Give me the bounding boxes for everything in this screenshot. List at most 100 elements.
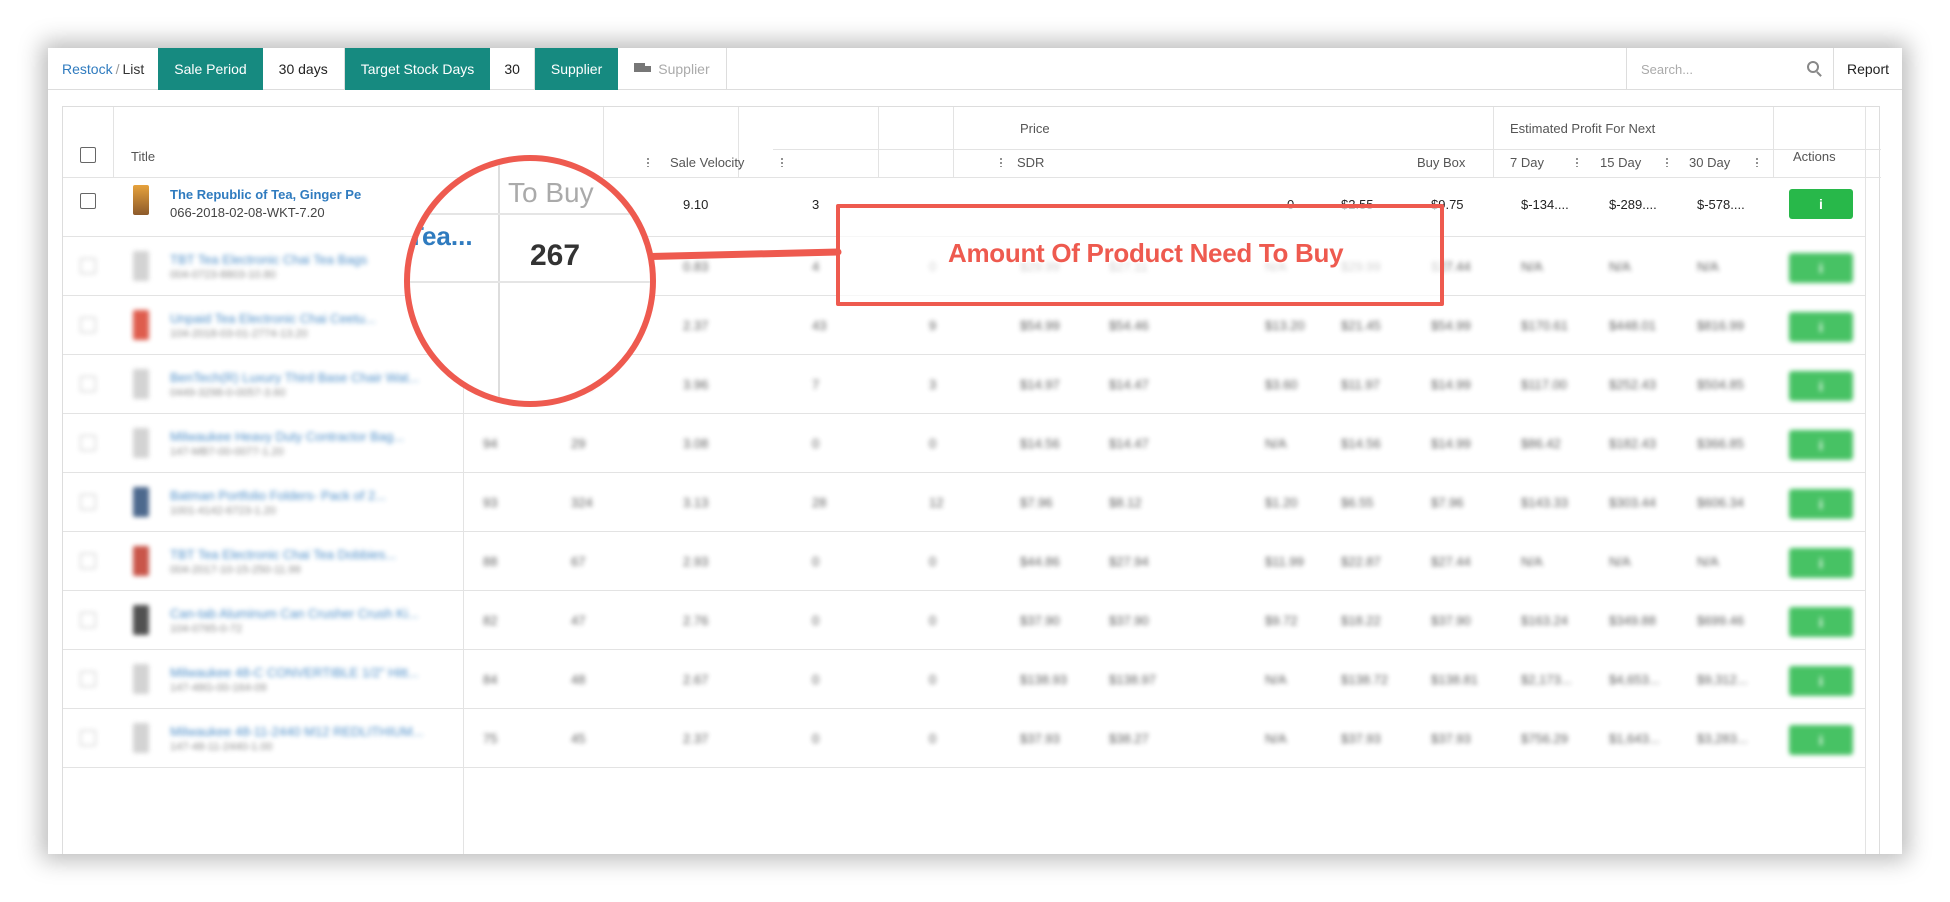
row-cell-d15: $4,653... bbox=[1609, 672, 1660, 687]
row-checkbox[interactable] bbox=[80, 553, 96, 569]
product-title-link[interactable]: Milwaukee 48-11-2440 M12 REDLITHIUM... bbox=[170, 724, 423, 739]
column-menu-icon[interactable] bbox=[647, 157, 649, 167]
breadcrumb-current: List bbox=[122, 60, 145, 77]
row-cell-vel: 2.67 bbox=[683, 672, 709, 687]
header-buy-box[interactable]: Buy Box bbox=[1417, 155, 1465, 170]
row-cell-vel: 3.13 bbox=[683, 495, 709, 510]
row-checkbox[interactable] bbox=[80, 730, 96, 746]
row-info-button[interactable]: i bbox=[1789, 666, 1853, 696]
report-button[interactable]: Report bbox=[1834, 48, 1902, 90]
row-cell-d30: $366.85 bbox=[1697, 436, 1744, 451]
row-cell-qty: 324 bbox=[571, 495, 593, 510]
row-cell-bb: $54.99 bbox=[1431, 318, 1471, 333]
row-checkbox[interactable] bbox=[80, 612, 96, 628]
row-cell-net: $14.56 bbox=[1341, 436, 1381, 451]
column-menu-icon[interactable] bbox=[1576, 157, 1578, 167]
row-checkbox[interactable] bbox=[80, 494, 96, 510]
magnifier-header: To Buy bbox=[508, 177, 594, 208]
row-cell-d7: $170.61 bbox=[1521, 318, 1568, 333]
row-info-button[interactable]: i bbox=[1789, 607, 1853, 637]
header-title[interactable]: Title bbox=[131, 149, 155, 164]
row-cell-list: $37.90 bbox=[1020, 613, 1060, 628]
row-info-button[interactable]: i bbox=[1789, 189, 1853, 219]
header-sale-velocity[interactable]: Sale Velocity bbox=[670, 155, 744, 170]
row-info-button[interactable]: i bbox=[1789, 430, 1853, 460]
column-menu-icon[interactable] bbox=[1000, 157, 1002, 167]
row-cell-vel: 2.37 bbox=[683, 318, 709, 333]
supplier-select[interactable]: Supplier bbox=[618, 48, 727, 90]
product-title-link[interactable]: The Republic of Tea, Ginger Pe bbox=[170, 187, 361, 202]
header-30day[interactable]: 30 Day bbox=[1689, 155, 1730, 170]
row-cell-stock: 0 bbox=[812, 672, 820, 687]
magnifier-divider bbox=[410, 281, 650, 283]
select-all-checkbox[interactable] bbox=[80, 147, 96, 163]
row-cell-d30: $504.85 bbox=[1697, 377, 1744, 392]
row-info-button[interactable]: i bbox=[1789, 371, 1853, 401]
scrollbar-track[interactable] bbox=[1865, 107, 1866, 854]
product-title-link[interactable]: TBT Tea Electronic Chai Tea Bags bbox=[170, 252, 367, 267]
header-sdr[interactable]: SDR bbox=[1017, 155, 1044, 170]
row-cell-d30: $3,283... bbox=[1697, 731, 1748, 746]
row-info-button[interactable]: i bbox=[1789, 253, 1853, 283]
row-cell-cost: $13.20 bbox=[1265, 318, 1305, 333]
row-checkbox[interactable] bbox=[80, 435, 96, 451]
row-cell-stock: 28 bbox=[812, 495, 827, 510]
row-cell-list: $14.97 bbox=[1020, 377, 1060, 392]
product-thumbnail bbox=[133, 251, 149, 281]
row-info-button[interactable]: i bbox=[1789, 312, 1853, 342]
sale-period-button[interactable]: Sale Period bbox=[158, 48, 263, 90]
row-cell-to_buy: 88 bbox=[483, 554, 498, 569]
available-stock-value: 3 bbox=[812, 197, 820, 212]
row-cell-vel: 3.96 bbox=[683, 377, 709, 392]
row-cell-bb: $7.96 bbox=[1431, 495, 1464, 510]
row-cell-cost: N/A bbox=[1265, 436, 1287, 451]
row-checkbox[interactable] bbox=[80, 671, 96, 687]
col-divider bbox=[1773, 107, 1774, 177]
row-info-button[interactable]: i bbox=[1789, 725, 1853, 755]
header-15day[interactable]: 15 Day bbox=[1600, 155, 1641, 170]
row-cell-cost: $11.99 bbox=[1265, 554, 1304, 569]
product-title-link[interactable]: Unpaid Tea Electronic Chai Ceetu... bbox=[170, 311, 376, 326]
target-stock-days-value[interactable]: 30 bbox=[490, 48, 535, 90]
row-cell-d30: $816.99 bbox=[1697, 318, 1744, 333]
product-title-link[interactable]: Can-tab Aluminum Can Crusher Crush Ki... bbox=[170, 606, 419, 621]
row-cell-d15: $303.44 bbox=[1609, 495, 1656, 510]
header-7day[interactable]: 7 Day bbox=[1510, 155, 1544, 170]
product-sku: 0449-3298-0-0057-3.60 bbox=[170, 387, 286, 399]
product-title-link[interactable]: TBT Tea Electronic Chai Tea Dobbies... bbox=[170, 547, 396, 562]
product-thumbnail bbox=[133, 428, 149, 458]
row-cell-d15: N/A bbox=[1609, 554, 1631, 569]
row-checkbox[interactable] bbox=[80, 193, 96, 209]
row-cell-d7: $756.29 bbox=[1521, 731, 1568, 746]
sale-period-value[interactable]: 30 days bbox=[263, 48, 345, 90]
supplier-button[interactable]: Supplier bbox=[534, 48, 619, 90]
col-divider bbox=[113, 107, 114, 177]
profit-30day-value: $-578.... bbox=[1697, 197, 1745, 212]
breadcrumb-restock-link[interactable]: Restock bbox=[62, 61, 113, 77]
row-checkbox[interactable] bbox=[80, 317, 96, 333]
search-input[interactable]: Search... bbox=[1626, 48, 1834, 90]
row-cell-to_buy: 93 bbox=[483, 495, 498, 510]
row-info-button[interactable]: i bbox=[1789, 548, 1853, 578]
row-info-button[interactable]: i bbox=[1789, 489, 1853, 519]
search-icon[interactable] bbox=[1807, 61, 1819, 73]
target-stock-days-button[interactable]: Target Stock Days bbox=[344, 48, 491, 90]
row-cell-qty: 67 bbox=[571, 554, 586, 569]
row-divider bbox=[63, 472, 1865, 473]
product-title-link[interactable]: BenTech(R) Luxury Third Base Chair Wat..… bbox=[170, 370, 419, 385]
column-menu-icon[interactable] bbox=[1666, 157, 1668, 167]
product-thumbnail bbox=[133, 369, 149, 399]
row-cell-d7: $117.00 bbox=[1521, 377, 1568, 392]
row-cell-qty: 45 bbox=[571, 731, 586, 746]
product-title-link[interactable]: Batman Portfolio Folders- Pack of 2... bbox=[170, 488, 386, 503]
column-menu-icon[interactable] bbox=[781, 157, 783, 167]
row-cell-avg: $138.97 bbox=[1109, 672, 1156, 687]
breadcrumb: Restock / List bbox=[48, 48, 158, 90]
row-checkbox[interactable] bbox=[80, 258, 96, 274]
row-checkbox[interactable] bbox=[80, 376, 96, 392]
magnifier-circle: Tea... To Buy 267 bbox=[404, 155, 656, 407]
row-cell-qty: 29 bbox=[571, 436, 586, 451]
product-title-link[interactable]: Milwaukee Heavy Duty Contractor Bag... bbox=[170, 429, 404, 444]
column-menu-icon[interactable] bbox=[1756, 157, 1758, 167]
product-title-link[interactable]: Milwaukee 48-C CONVERTIBLE 1/2" Hitt... bbox=[170, 665, 419, 680]
